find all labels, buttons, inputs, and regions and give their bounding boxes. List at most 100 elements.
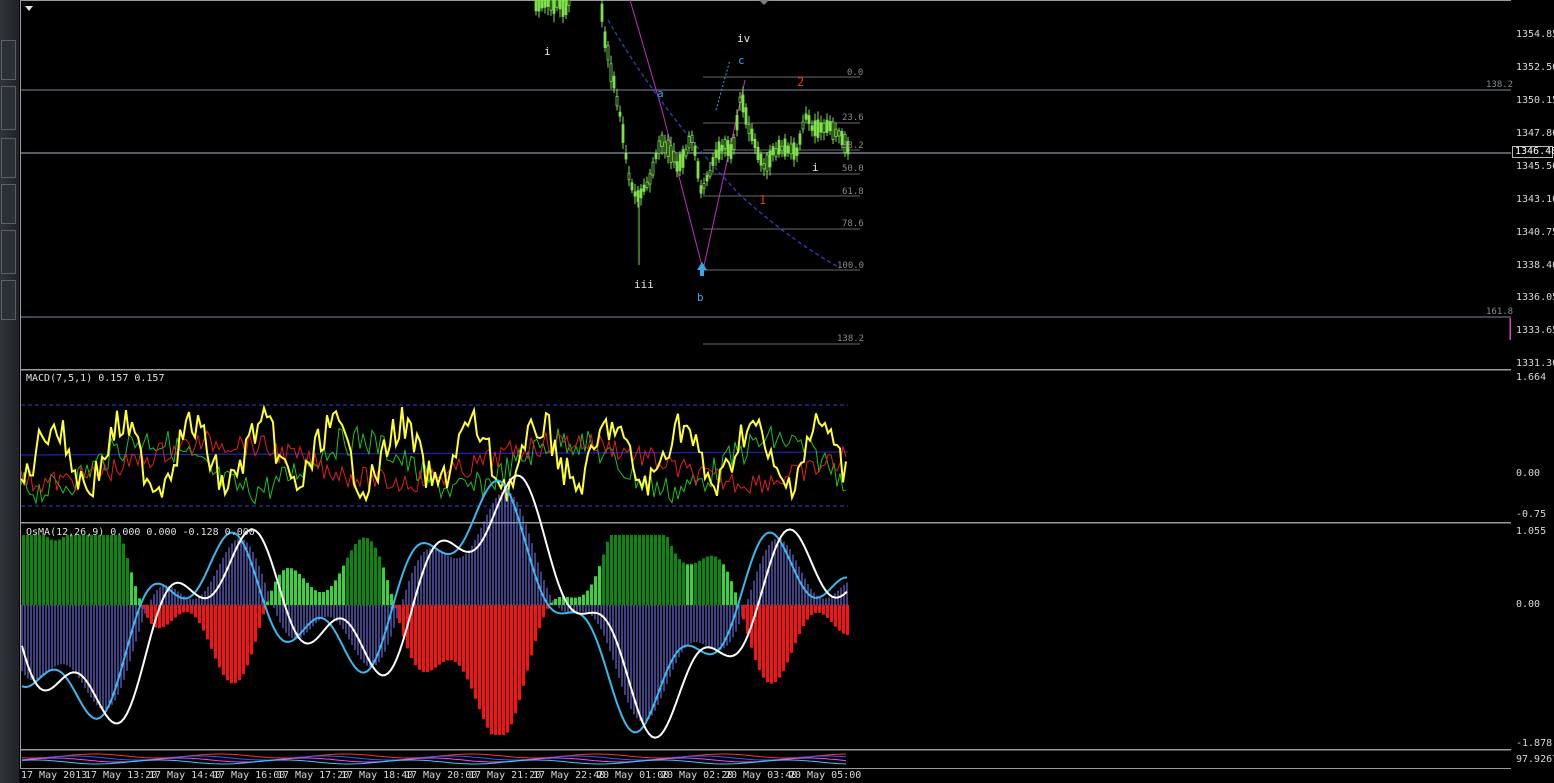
osma-pos-bar <box>338 573 341 605</box>
osma-neg-bar <box>514 605 517 714</box>
time-label: 17 May 20:00 <box>405 770 478 781</box>
macd-lines <box>20 403 847 505</box>
candle-body <box>543 0 547 8</box>
candle-body <box>669 145 673 163</box>
candle-body <box>675 161 679 172</box>
candle-body <box>615 95 619 107</box>
osma-neg-bar <box>230 605 233 684</box>
osma-neg-bar <box>502 605 505 735</box>
candle-body <box>762 163 766 170</box>
chart-menu-arrow-icon[interactable] <box>25 6 33 11</box>
candle-body <box>552 0 556 14</box>
osma-pos-bar <box>574 597 577 605</box>
osma-pos-bar <box>606 541 609 605</box>
time-label: 20 May 01:00 <box>597 770 670 781</box>
time-label: 17 May 17:20 <box>277 770 350 781</box>
osma-pos-bar <box>302 578 305 605</box>
osma-pos-bar <box>270 590 273 605</box>
osma-pos-bar <box>630 535 633 605</box>
osma-pos-bar <box>310 587 313 605</box>
osma-pos-bar <box>650 535 653 605</box>
candle-body <box>564 0 568 16</box>
candle-body <box>753 138 757 149</box>
osma-neg-bar <box>522 605 525 686</box>
osma-neg-bar <box>394 605 397 609</box>
candle-body <box>822 122 826 133</box>
candle-body <box>729 144 733 159</box>
macd-tick: -0.75 <box>1516 509 1547 520</box>
fib-label: 138.2 <box>1486 80 1514 90</box>
candle-body <box>534 0 538 12</box>
osma-pos-bar <box>42 535 45 605</box>
wave-label: iv <box>737 32 751 45</box>
osma-neg-bar <box>182 605 185 613</box>
candle-body <box>801 121 805 130</box>
osma-neg-bar <box>146 605 149 618</box>
candle-body <box>738 96 742 103</box>
osma-pos-bar <box>390 593 393 605</box>
osma-pos-bar <box>38 535 41 605</box>
osma-pos-bar <box>698 560 701 605</box>
osma-pos-bar <box>694 562 697 605</box>
candle-body <box>714 149 718 158</box>
osma-pos-bar <box>314 590 317 605</box>
osma-neg-bar <box>426 605 429 672</box>
price-tick: 1350.15 <box>1516 95 1554 106</box>
osma-pos-bar <box>358 539 361 605</box>
osma-neg-bar <box>238 605 241 681</box>
candle-body <box>834 128 838 137</box>
osma-pos-bar <box>354 544 357 605</box>
osma-neg-bar <box>142 605 145 610</box>
osma-pos-bar <box>586 590 589 605</box>
osma-pos-bar <box>330 586 333 605</box>
osma-pos-bar <box>634 535 637 605</box>
osma-neg-bar <box>806 605 809 620</box>
wave-label: a <box>657 87 664 100</box>
osma-neg-bar <box>762 605 765 678</box>
candle-body <box>642 184 646 192</box>
osma-neg-bar <box>434 605 437 668</box>
osma-pos-bar <box>362 537 365 605</box>
osma-pos-bar <box>298 573 301 605</box>
candle-body <box>609 63 613 82</box>
osma-neg-bar <box>194 605 197 618</box>
candle-body <box>783 138 787 157</box>
candle-body <box>693 145 697 156</box>
osma-pos-bar <box>690 564 693 605</box>
osma-pos-bar <box>130 572 133 605</box>
candle-body <box>765 154 769 172</box>
osma-neg-bar <box>822 605 825 615</box>
candle-body <box>816 119 820 138</box>
candle-body <box>699 185 703 194</box>
osma-neg-bar <box>794 605 797 644</box>
candle-body <box>603 31 607 48</box>
candle-body <box>681 149 685 168</box>
candle-body <box>825 119 829 133</box>
osma-pos-bar <box>26 535 29 605</box>
candle-body <box>804 113 808 120</box>
osma-pos-bar <box>274 581 277 605</box>
candle-body <box>600 3 604 22</box>
wave-label: 2 <box>797 75 805 89</box>
osma-pos-bar <box>654 535 657 605</box>
osma-pos-bar <box>714 556 717 605</box>
macd-tick: 0.00 <box>1516 468 1541 479</box>
osma-neg-bar <box>438 605 441 665</box>
osma-neg-bar <box>162 605 165 628</box>
osma-pos-bar <box>582 594 585 605</box>
candle-body <box>795 147 799 156</box>
wave-label: i <box>544 45 551 58</box>
wave-label: i <box>812 161 819 174</box>
osma-pos-bar <box>702 558 705 605</box>
shift-marker-icon[interactable] <box>759 0 769 5</box>
osma-neg-bar <box>466 605 469 680</box>
osma-pos-bar <box>638 535 641 605</box>
osma-pos-bar <box>610 535 613 605</box>
osma-pos-bar <box>102 535 105 605</box>
osma-pos-bar <box>78 535 81 605</box>
time-label: 17 May 16:00 <box>213 770 286 781</box>
candle-body <box>663 141 667 154</box>
candle-body <box>654 153 658 160</box>
osma-neg-bar <box>786 605 789 663</box>
osma-pos-bar <box>54 540 57 605</box>
